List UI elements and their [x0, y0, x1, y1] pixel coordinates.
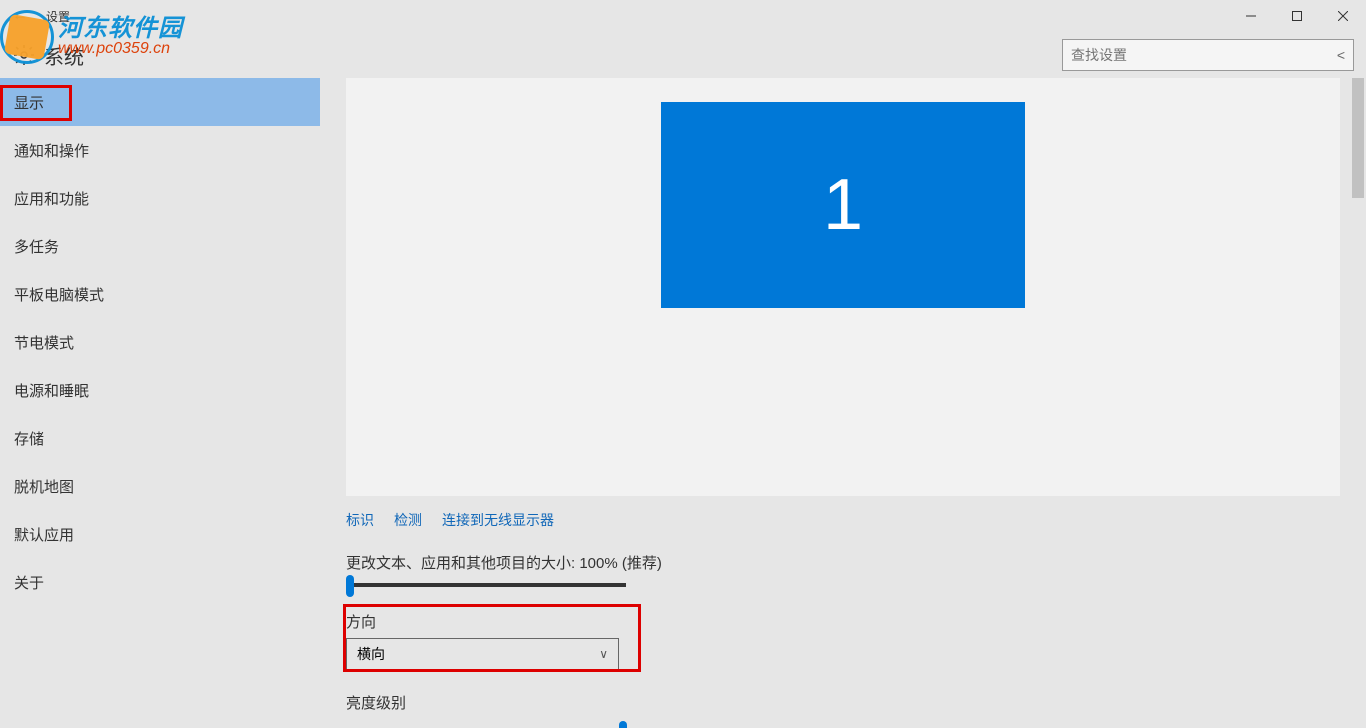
maximize-button[interactable]	[1274, 0, 1320, 32]
scale-slider-thumb[interactable]	[346, 575, 354, 597]
header-left: 系统	[12, 41, 84, 70]
sidebar-item-label: 关于	[14, 572, 44, 593]
body-area: 显示 通知和操作 应用和功能 多任务 平板电脑模式 节电模式 电源和睡眠 存储 …	[0, 78, 1366, 728]
chevron-down-icon: ∨	[599, 647, 608, 661]
brightness-section: 亮度级别	[346, 692, 1366, 728]
scrollbar-thumb[interactable]	[1352, 78, 1364, 198]
titlebar-left: ← 设置	[12, 7, 70, 25]
sidebar-item-label: 节电模式	[14, 332, 74, 353]
orientation-label: 方向	[346, 611, 1366, 632]
sidebar-item-tablet[interactable]: 平板电脑模式	[0, 270, 320, 318]
sidebar-item-multitask[interactable]: 多任务	[0, 222, 320, 270]
scale-slider[interactable]	[346, 583, 626, 587]
minimize-button[interactable]	[1228, 0, 1274, 32]
sidebar-item-label: 平板电脑模式	[14, 284, 104, 305]
search-box[interactable]: ˂	[1062, 39, 1354, 71]
sidebar-item-label: 默认应用	[14, 524, 74, 545]
sidebar-item-label: 存储	[14, 428, 44, 449]
sidebar-item-power[interactable]: 电源和睡眠	[0, 366, 320, 414]
vertical-scrollbar[interactable]	[1350, 78, 1366, 728]
connect-wireless-link[interactable]: 连接到无线显示器	[442, 510, 554, 530]
sidebar-item-notifications[interactable]: 通知和操作	[0, 126, 320, 174]
sidebar-item-apps[interactable]: 应用和功能	[0, 174, 320, 222]
sidebar-item-label: 显示	[14, 92, 44, 113]
header-row: 系统 ˂	[0, 32, 1366, 78]
back-arrow-icon[interactable]: ←	[12, 7, 28, 25]
content-inner: 1 标识 检测 连接到无线显示器 更改文本、应用和其他项目的大小: 100% (…	[320, 78, 1366, 728]
titlebar: ← 设置	[0, 0, 1366, 32]
sidebar-item-about[interactable]: 关于	[0, 558, 320, 606]
sidebar-item-battery[interactable]: 节电模式	[0, 318, 320, 366]
sidebar-item-storage[interactable]: 存储	[0, 414, 320, 462]
search-icon: ˂	[1337, 47, 1345, 63]
close-button[interactable]	[1320, 0, 1366, 32]
sidebar-item-display[interactable]: 显示	[0, 78, 320, 126]
window-controls	[1228, 0, 1366, 32]
window-title: 设置	[46, 8, 70, 25]
identify-link[interactable]: 标识	[346, 510, 374, 530]
monitor-1[interactable]: 1	[661, 102, 1025, 308]
display-preview: 1	[346, 78, 1340, 496]
sidebar-item-offline-maps[interactable]: 脱机地图	[0, 462, 320, 510]
display-links: 标识 检测 连接到无线显示器	[346, 510, 1366, 530]
scale-label: 更改文本、应用和其他项目的大小: 100% (推荐)	[346, 552, 1366, 573]
orientation-dropdown[interactable]: 横向 ∨	[346, 638, 619, 670]
sidebar-item-label: 电源和睡眠	[14, 380, 89, 401]
search-input[interactable]	[1071, 47, 1321, 63]
monitor-number: 1	[823, 164, 863, 246]
sidebar: 显示 通知和操作 应用和功能 多任务 平板电脑模式 节电模式 电源和睡眠 存储 …	[0, 78, 320, 728]
gear-icon	[12, 43, 36, 67]
sidebar-item-label: 通知和操作	[14, 140, 89, 161]
orientation-value: 横向	[357, 644, 385, 664]
brightness-label: 亮度级别	[346, 692, 1366, 713]
page-title: 系统	[44, 41, 84, 70]
sidebar-item-default-apps[interactable]: 默认应用	[0, 510, 320, 558]
detect-link[interactable]: 检测	[394, 510, 422, 530]
content-area: 1 标识 检测 连接到无线显示器 更改文本、应用和其他项目的大小: 100% (…	[320, 78, 1366, 728]
brightness-slider-thumb[interactable]	[619, 721, 627, 728]
sidebar-item-label: 多任务	[14, 236, 59, 257]
sidebar-item-label: 应用和功能	[14, 188, 89, 209]
sidebar-item-label: 脱机地图	[14, 476, 74, 497]
